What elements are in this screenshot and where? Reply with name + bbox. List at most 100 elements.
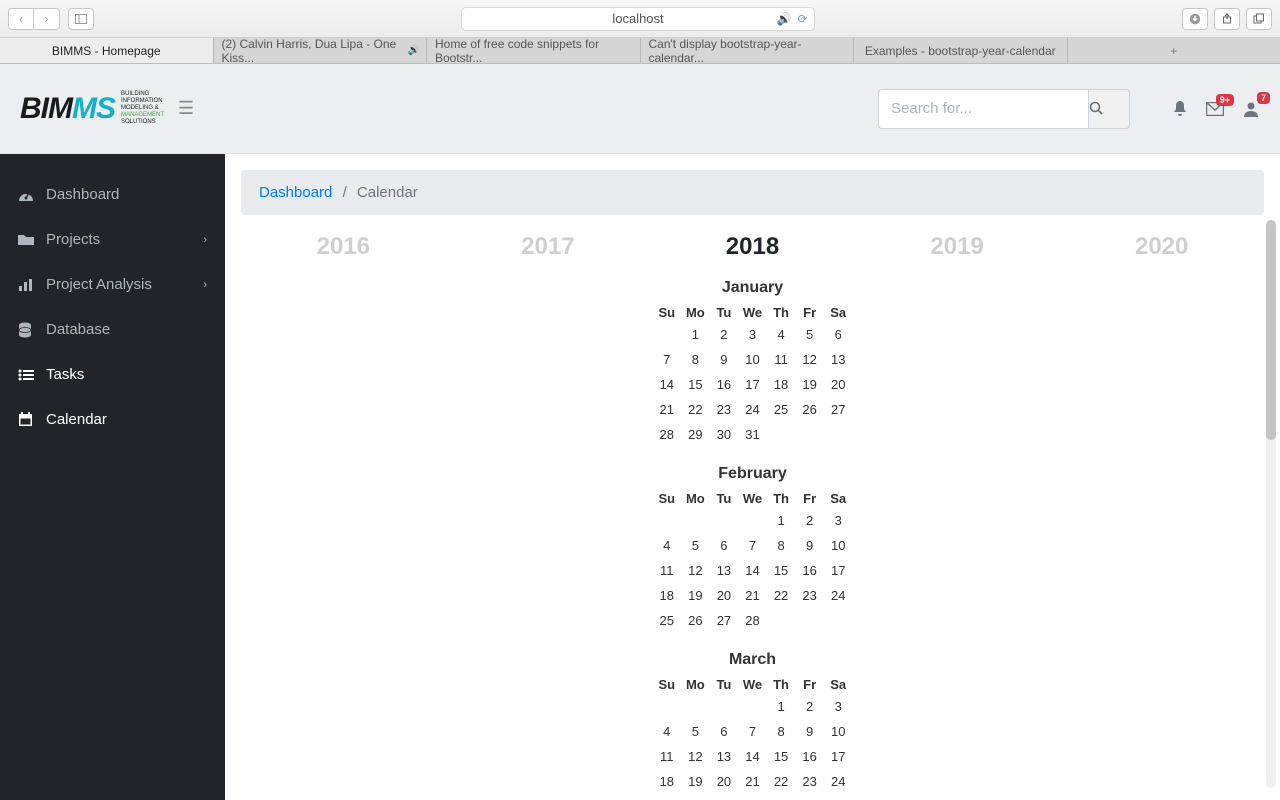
calendar-day[interactable]: 1	[767, 508, 796, 533]
calendar-day[interactable]: 28	[738, 794, 767, 800]
sidebar-item-calendar[interactable]: Calendar	[0, 397, 225, 442]
calendar-day[interactable]: 10	[824, 719, 853, 744]
year-2017[interactable]: 2017	[521, 233, 574, 261]
calendar-day[interactable]: 10	[738, 347, 767, 372]
calendar-day[interactable]: 18	[653, 769, 682, 794]
calendar-day[interactable]: 21	[738, 583, 767, 608]
calendar-day[interactable]: 24	[824, 583, 853, 608]
calendar-day[interactable]: 12	[681, 744, 710, 769]
calendar-day[interactable]: 5	[681, 719, 710, 744]
calendar-day[interactable]: 22	[767, 769, 796, 794]
downloads-button[interactable]	[1182, 8, 1208, 30]
calendar-day[interactable]: 7	[653, 347, 682, 372]
calendar-day[interactable]: 15	[767, 744, 796, 769]
calendar-day[interactable]: 22	[681, 397, 710, 422]
sidebar-item-projects[interactable]: Projects›	[0, 217, 225, 262]
calendar-day[interactable]: 20	[824, 372, 853, 397]
browser-tab[interactable]: Examples - bootstrap-year-calendar	[854, 38, 1068, 63]
calendar-day[interactable]: 12	[681, 558, 710, 583]
calendar-day[interactable]: 16	[795, 558, 824, 583]
calendar-day[interactable]: 29	[767, 794, 796, 800]
audio-icon[interactable]: 🔊	[777, 12, 792, 26]
calendar-day[interactable]: 9	[795, 533, 824, 558]
calendar-day[interactable]: 19	[681, 583, 710, 608]
calendar-day[interactable]: 26	[795, 397, 824, 422]
calendar-day[interactable]: 2	[795, 508, 824, 533]
calendar-day[interactable]: 24	[738, 397, 767, 422]
calendar-day[interactable]: 17	[824, 558, 853, 583]
browser-tab[interactable]: (2) Calvin Harris, Dua Lipa - One Kiss..…	[214, 38, 428, 63]
sidebar-item-project-analysis[interactable]: Project Analysis›	[0, 262, 225, 307]
address-bar[interactable]: localhost 🔊 ⟳	[461, 7, 814, 31]
calendar-day[interactable]: 6	[710, 533, 739, 558]
calendar-day[interactable]: 25	[767, 397, 796, 422]
calendar-day[interactable]: 29	[681, 422, 710, 447]
calendar-day[interactable]: 14	[738, 744, 767, 769]
calendar-day[interactable]: 4	[653, 533, 682, 558]
calendar-day[interactable]: 31	[738, 422, 767, 447]
calendar-day[interactable]: 13	[710, 558, 739, 583]
calendar-day[interactable]: 18	[653, 583, 682, 608]
calendar-day[interactable]: 23	[795, 769, 824, 794]
menu-toggle-icon[interactable]: ☰	[178, 98, 194, 119]
calendar-day[interactable]: 3	[824, 508, 853, 533]
calendar-day[interactable]: 30	[710, 422, 739, 447]
forward-button[interactable]: ›	[34, 8, 60, 30]
calendar-day[interactable]: 30	[795, 794, 824, 800]
calendar-day[interactable]: 8	[767, 719, 796, 744]
calendar-day[interactable]: 17	[738, 372, 767, 397]
calendar-day[interactable]: 28	[653, 422, 682, 447]
calendar-day[interactable]: 6	[710, 719, 739, 744]
calendar-day[interactable]: 9	[795, 719, 824, 744]
sidebar-item-dashboard[interactable]: Dashboard	[0, 172, 225, 217]
calendar-day[interactable]: 20	[710, 769, 739, 794]
calendar-day[interactable]: 10	[824, 533, 853, 558]
calendar-day[interactable]: 27	[824, 397, 853, 422]
logo[interactable]: BIMMS BUILDINGINFORMATIONMODELING &MANAG…	[20, 91, 164, 126]
calendar-day[interactable]: 23	[710, 397, 739, 422]
calendar-day[interactable]: 9	[710, 347, 739, 372]
year-2018[interactable]: 2018	[726, 233, 779, 261]
calendar-day[interactable]: 3	[824, 694, 853, 719]
calendar-day[interactable]: 8	[681, 347, 710, 372]
reload-icon[interactable]: ⟳	[798, 12, 808, 26]
calendar-day[interactable]: 14	[738, 558, 767, 583]
back-button[interactable]: ‹	[8, 8, 34, 30]
calendar-day[interactable]: 20	[710, 583, 739, 608]
browser-tab[interactable]: BIMMS - Homepage	[0, 38, 214, 63]
calendar-day[interactable]: 4	[653, 719, 682, 744]
tab-audio-icon[interactable]: 🔊	[408, 45, 420, 56]
calendar-day[interactable]: 11	[653, 744, 682, 769]
mail-icon[interactable]: 9+	[1206, 102, 1224, 116]
sidebar-item-database[interactable]: Database	[0, 307, 225, 352]
calendar-day[interactable]: 19	[795, 372, 824, 397]
share-button[interactable]	[1214, 8, 1240, 30]
calendar-day[interactable]: 15	[767, 558, 796, 583]
calendar-day[interactable]: 1	[681, 322, 710, 347]
calendar-day[interactable]: 8	[767, 533, 796, 558]
calendar-day[interactable]: 13	[710, 744, 739, 769]
calendar-day[interactable]: 28	[738, 608, 767, 633]
tabs-button[interactable]	[1246, 8, 1272, 30]
calendar-day[interactable]: 12	[795, 347, 824, 372]
calendar-day[interactable]: 7	[738, 719, 767, 744]
notifications-icon[interactable]	[1172, 100, 1188, 118]
scrollbar[interactable]	[1266, 220, 1276, 788]
calendar-day[interactable]: 31	[824, 794, 853, 800]
calendar-day[interactable]: 4	[767, 322, 796, 347]
browser-tab[interactable]: Can't display bootstrap-year-calendar...	[641, 38, 855, 63]
new-tab-button[interactable]: +	[1068, 38, 1280, 63]
calendar-day[interactable]: 6	[824, 322, 853, 347]
calendar-day[interactable]: 2	[795, 694, 824, 719]
calendar-day[interactable]: 5	[681, 533, 710, 558]
user-icon[interactable]: 7	[1242, 100, 1260, 118]
calendar-day[interactable]: 18	[767, 372, 796, 397]
calendar-day[interactable]: 1	[767, 694, 796, 719]
calendar-day[interactable]: 22	[767, 583, 796, 608]
calendar-day[interactable]: 17	[824, 744, 853, 769]
search-input[interactable]	[878, 89, 1088, 129]
calendar-day[interactable]: 7	[738, 533, 767, 558]
breadcrumb-link[interactable]: Dashboard	[259, 184, 332, 201]
calendar-day[interactable]: 21	[738, 769, 767, 794]
calendar-day[interactable]: 13	[824, 347, 853, 372]
